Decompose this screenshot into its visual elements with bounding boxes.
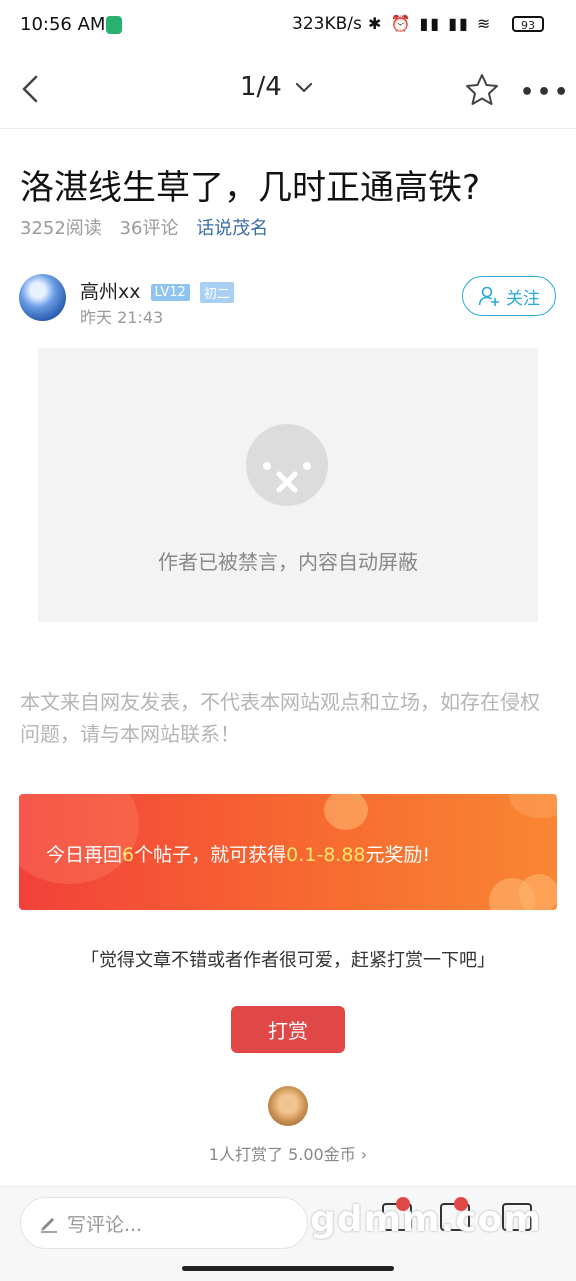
- reward-count-link[interactable]: 1人打赏了 5.00金币 ›: [0, 1141, 576, 1165]
- post-date: 昨天 21:43: [80, 308, 164, 327]
- grade-badge: 初二: [199, 282, 234, 303]
- level-badge: LV12: [150, 284, 190, 301]
- reward-quote: 「觉得文章不错或者作者很可爱，赶紧打赏一下吧」: [81, 950, 495, 971]
- home-indicator[interactable]: [182, 1266, 394, 1271]
- blocked-face-icon: [246, 424, 328, 506]
- comment-input[interactable]: 写评论...: [20, 1197, 308, 1249]
- follow-button[interactable]: 关注: [462, 276, 556, 316]
- favorite-star-icon[interactable]: [464, 72, 500, 108]
- blocked-content-box: 作者已被禁言，内容自动屏蔽: [38, 348, 538, 622]
- status-icons: ✱ ⏰ ▮▮ ▮▮ ≋: [368, 14, 493, 33]
- topic-link[interactable]: 话说茂名: [196, 218, 268, 239]
- coin-decoration: [519, 874, 557, 910]
- disclaimer-text: 本文来自网友发表，不代表本网站观点和立场，如存在侵权问题，请与本网站联系！: [20, 690, 540, 746]
- author-name: 高州xx: [80, 281, 141, 303]
- banner-count: 6: [122, 844, 135, 866]
- page-selector[interactable]: 1/4: [240, 72, 314, 102]
- article-title: 洛湛线生草了，几时正通高铁?: [20, 168, 481, 208]
- more-options-icon[interactable]: •••: [520, 80, 571, 105]
- back-icon[interactable]: [16, 74, 46, 104]
- comment-placeholder: 写评论...: [67, 1213, 143, 1236]
- battery-icon: 93: [512, 16, 544, 32]
- coin-decoration: [19, 794, 139, 884]
- coin-decoration: [324, 794, 368, 830]
- coin-decoration: [509, 794, 557, 818]
- blocked-message: 作者已被禁言，内容自动屏蔽: [158, 550, 418, 574]
- site-watermark: gdmm.com: [310, 1199, 542, 1240]
- pencil-icon: [41, 1218, 57, 1233]
- rewarder-avatar[interactable]: [268, 1086, 308, 1126]
- banner-message: 今日再回6个帖子，就可获得0.1-8.88元奖励!: [46, 840, 430, 867]
- reward-button[interactable]: 打赏: [231, 1006, 345, 1053]
- banner-prefix: 今日再回: [46, 844, 123, 866]
- top-nav: 1/4 •••: [0, 52, 576, 129]
- reply-reward-banner[interactable]: 今日再回6个帖子，就可获得0.1-8.88元奖励!: [19, 794, 557, 910]
- page-indicator: 1/4: [240, 72, 282, 102]
- article-meta: 3252阅读 36评论 话说茂名: [20, 214, 280, 240]
- read-count: 3252阅读: [20, 218, 102, 239]
- shield-icon: [106, 16, 122, 34]
- chevron-down-icon: [296, 82, 313, 93]
- comment-count: 36评论: [119, 218, 179, 239]
- author-info[interactable]: 高州xx LV12 初二: [80, 277, 234, 304]
- banner-suffix: 元奖励!: [365, 844, 431, 866]
- status-bar: 10:56 AM 323KB/s ✱ ⏰ ▮▮ ▮▮ ≋ 93: [0, 0, 576, 52]
- author-avatar[interactable]: [19, 274, 66, 321]
- bottom-bar: 写评论... gdmm.com: [0, 1186, 576, 1281]
- add-user-icon: [478, 286, 499, 306]
- status-time: 10:56 AM: [20, 14, 106, 35]
- banner-mid: 个帖子，就可获得: [134, 844, 287, 866]
- banner-range: 0.1-8.88: [286, 844, 366, 866]
- follow-label: 关注: [506, 288, 540, 309]
- network-speed: 323KB/s: [292, 14, 362, 34]
